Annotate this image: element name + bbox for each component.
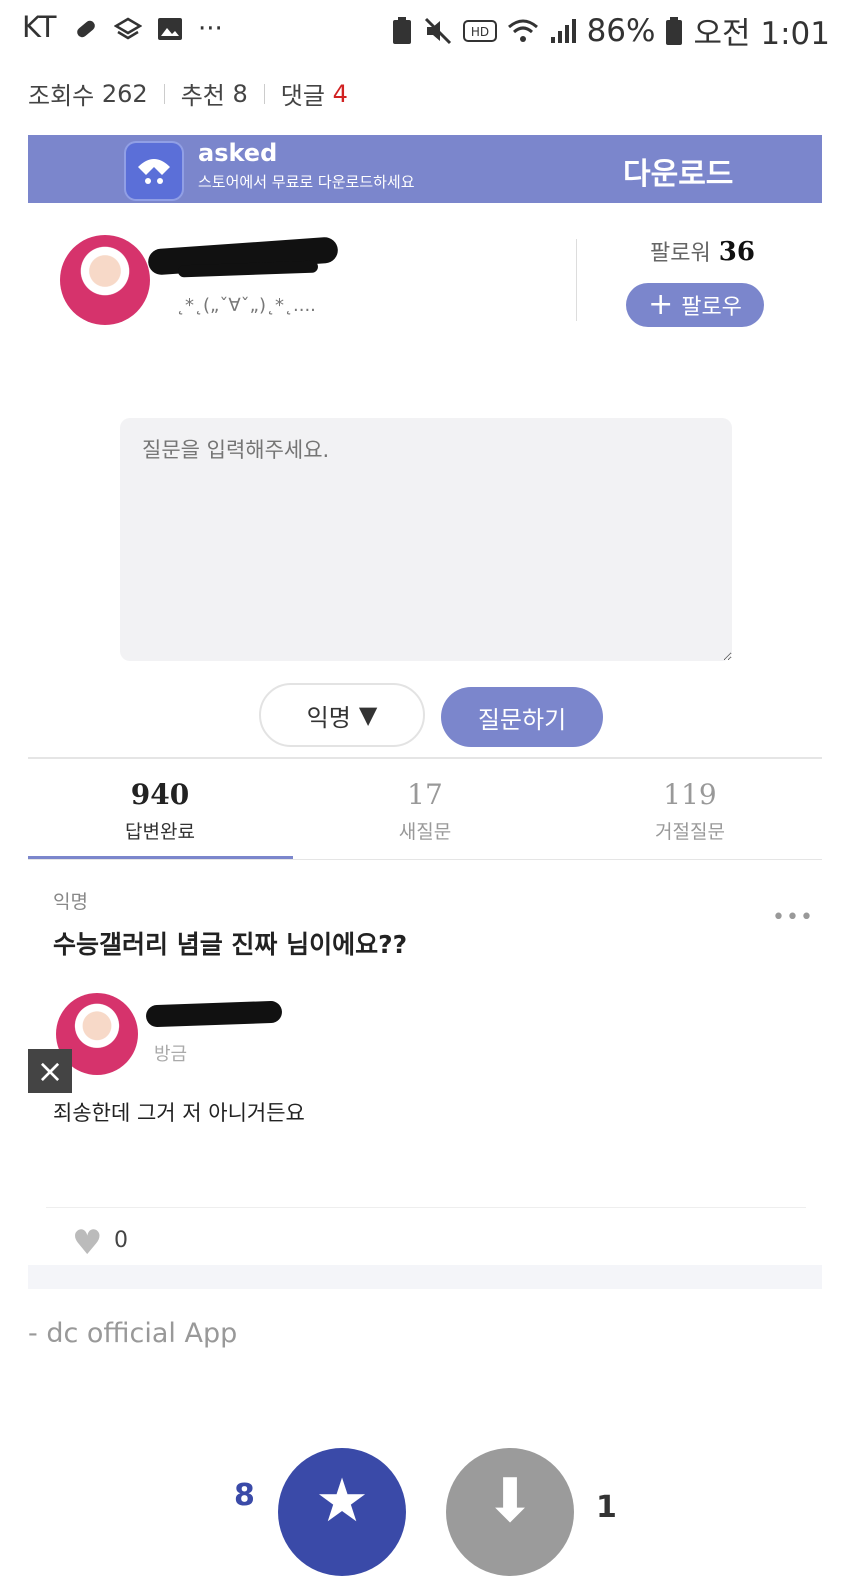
recommend-count: 8 [232, 79, 248, 108]
profile-bio: ˛*˛(„ˇ∀ˇ„)˛*˛.... [176, 295, 316, 316]
post-stats: 조회수 262 추천 8 댓글 4 [28, 76, 348, 111]
tab-rejected[interactable]: 119 거절질문 [558, 778, 822, 844]
follow-label: 팔로우 [681, 295, 742, 320]
more-notifications-icon: ··· [198, 14, 223, 44]
anonymous-toggle[interactable]: 익명 ▼ [259, 683, 425, 747]
upvote-button[interactable]: ★ [278, 1448, 406, 1576]
notification-icons: ··· [72, 14, 223, 44]
app-banner[interactable]: asked 스토어에서 무료로 다운로드하세요 다운로드 [28, 135, 822, 203]
follow-button[interactable]: + 팔로우 [626, 283, 764, 327]
layers-icon [114, 17, 142, 40]
question-text: 수능갤러리 념글 진짜 님이에요?? [53, 930, 408, 959]
clock: 오전 1:01 [693, 16, 830, 52]
embed-footer [28, 1265, 822, 1289]
answer-text: 죄송한데 그거 저 아니거든요 [53, 1101, 305, 1125]
tabs-bottom-divider [28, 859, 822, 860]
tab-label: 답변완료 [125, 821, 195, 843]
tab-count: 119 [663, 778, 717, 811]
recommend-label: 추천 [180, 82, 225, 110]
tab-count: 17 [407, 778, 443, 811]
dropdown-triangle-icon: ▼ [358, 701, 378, 729]
downvote-count: 1 [596, 1490, 617, 1525]
upvote-count: 8 [234, 1478, 255, 1513]
star-icon: ★ [315, 1466, 369, 1536]
comments-count: 4 [332, 79, 348, 108]
app-signature: - dc official App [28, 1318, 238, 1349]
signal-icon [550, 18, 576, 43]
hd-icon: HD [462, 19, 497, 42]
divider [163, 83, 165, 104]
pill-icon [77, 20, 95, 38]
battery-saver-icon [392, 16, 411, 44]
battery-percent: 86% [586, 12, 656, 49]
tab-label: 새질문 [398, 821, 452, 843]
status-bar: KT ··· HD 86% 오전 1:01 [0, 0, 850, 56]
followers-count: 팔로워 36 [650, 235, 755, 267]
close-icon[interactable]: × [28, 1049, 72, 1093]
asked-embed: asked 스토어에서 무료로 다운로드하세요 다운로드 ˛*˛(„ˇ∀ˇ„)˛… [28, 135, 822, 1290]
tabs-top-divider [28, 757, 822, 759]
image-icon [158, 18, 182, 40]
tab-new-questions[interactable]: 17 새질문 [293, 778, 557, 844]
svg-text:HD: HD [470, 25, 488, 39]
answer-time: 방금 [154, 1044, 188, 1065]
plus-icon: + [648, 287, 674, 322]
profile-avatar[interactable] [60, 235, 150, 325]
carrier-label: KT [22, 10, 57, 44]
tab-count: 940 [130, 778, 190, 811]
anon-label: 익명 [306, 703, 351, 732]
download-button[interactable]: 다운로드 [623, 149, 733, 193]
question-asker: 익명 [53, 891, 88, 913]
like-divider [46, 1207, 806, 1208]
views-count: 262 [101, 79, 148, 108]
more-options-icon[interactable]: ••• [772, 905, 814, 930]
question-input[interactable] [120, 418, 732, 661]
tab-label: 거절질문 [655, 821, 725, 843]
profile-divider [576, 239, 577, 321]
followers-label: 팔로워 [650, 241, 711, 266]
down-arrow-icon: ⬇ [484, 1466, 536, 1536]
comments-label: 댓글 [280, 82, 325, 110]
followers-number: 36 [718, 237, 755, 267]
mute-icon [424, 17, 451, 44]
system-status: HD 86% 오전 1:01 [391, 8, 830, 53]
downvote-button[interactable]: ⬇ [446, 1448, 574, 1576]
battery-icon [666, 16, 683, 45]
wifi-icon [507, 19, 538, 42]
divider [263, 83, 265, 104]
redacted-answer-name [145, 1000, 283, 1028]
app-name: asked [198, 139, 278, 167]
views-label: 조회수 [28, 82, 95, 110]
like-count: 0 [114, 1228, 128, 1253]
ask-button[interactable]: 질문하기 [441, 687, 603, 747]
app-tagline: 스토어에서 무료로 다운로드하세요 [198, 173, 415, 191]
asked-logo-icon [124, 141, 184, 201]
heart-icon[interactable]: ♥ [72, 1223, 102, 1263]
tab-answered[interactable]: 940 답변완료 [28, 778, 292, 844]
